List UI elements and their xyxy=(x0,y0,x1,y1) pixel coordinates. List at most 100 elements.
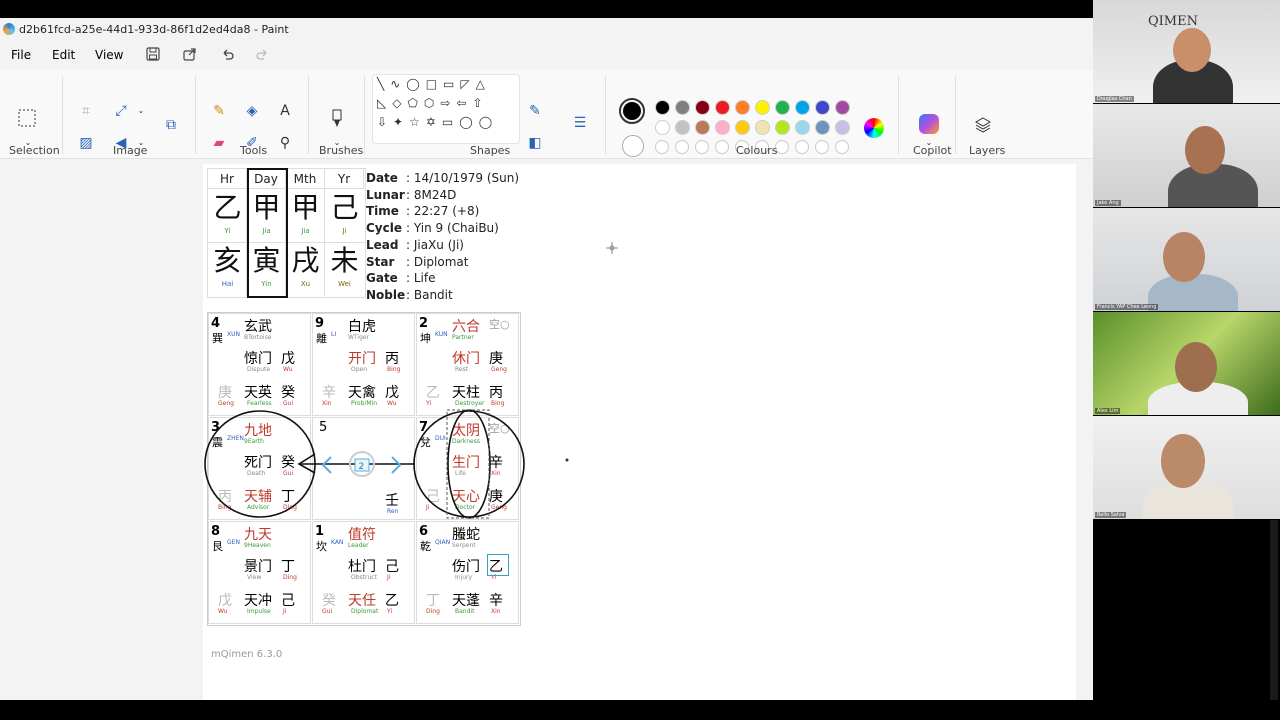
fill-shape-icon[interactable]: ◧ xyxy=(524,132,546,154)
door-english: Injury xyxy=(455,574,473,581)
copilot-icon[interactable] xyxy=(919,114,939,134)
custom-colour-slot[interactable] xyxy=(675,140,689,154)
pencil-icon[interactable]: ✎ xyxy=(208,100,230,122)
colour-swatch[interactable] xyxy=(815,100,830,115)
deity-english: Leader xyxy=(348,542,369,549)
custom-colour-slot[interactable] xyxy=(835,140,849,154)
door-english: Obstruct xyxy=(351,574,377,581)
star: 天辅 xyxy=(244,489,272,505)
door: 惊门 xyxy=(244,351,272,367)
colour-swatch[interactable] xyxy=(675,100,690,115)
heaven-stem: 癸 xyxy=(281,455,295,471)
info-key: Gate xyxy=(366,271,398,286)
magnifier-icon[interactable]: ⚲ xyxy=(274,132,296,154)
colour-swatch[interactable] xyxy=(735,120,750,135)
custom-colour-slot[interactable] xyxy=(795,140,809,154)
heaven-stem: 己 xyxy=(385,559,399,575)
colour-swatch[interactable] xyxy=(775,120,790,135)
info-row: Time: 22:27 (+8) xyxy=(366,203,519,220)
layers-icon[interactable] xyxy=(972,116,994,138)
colour-swatch[interactable] xyxy=(675,120,690,135)
skew-icon[interactable]: ▨ xyxy=(75,132,97,154)
star: 天蓬 xyxy=(452,593,480,609)
pillar-pinyin: Yi xyxy=(224,227,231,235)
heavenly-stem: 己 xyxy=(330,191,359,224)
text-icon[interactable]: A xyxy=(274,100,296,122)
resize-icon[interactable]: ⤢ xyxy=(110,100,132,122)
trigram-symbol: 巽 xyxy=(212,332,223,345)
colour-swatch[interactable] xyxy=(655,100,670,115)
door-english: Life xyxy=(455,470,466,477)
participant-head xyxy=(1173,28,1211,72)
earth-stem-pinyin: Xin xyxy=(491,608,501,615)
colour-swatch[interactable] xyxy=(795,120,810,135)
star-english: Diplomat xyxy=(351,608,379,615)
brush-icon[interactable] xyxy=(326,108,348,130)
line-size-icon[interactable]: ☰ xyxy=(569,112,591,134)
colour-swatch[interactable] xyxy=(835,120,850,135)
colour-swatch[interactable] xyxy=(755,120,770,135)
star: 天柱 xyxy=(452,385,480,401)
scrollbar[interactable] xyxy=(1270,520,1278,700)
colour-swatch[interactable] xyxy=(715,100,730,115)
participant-name: Francis YAP Chee Leong xyxy=(1095,304,1159,310)
shapes-gallery[interactable]: ╲∿◯□▭◸△ ◺◇⬠⬡⇨⇦⇧ ⇩✦☆✡▭◯◯ xyxy=(372,74,520,144)
separator xyxy=(605,76,606,154)
hidden-stem-pinyin: Ding xyxy=(426,608,440,615)
colour-swatch[interactable] xyxy=(715,120,730,135)
info-key: Cycle xyxy=(366,221,402,236)
yi-stem-highlight xyxy=(487,554,509,576)
version-label: mQimen 6.3.0 xyxy=(211,649,283,660)
redo-icon[interactable] xyxy=(254,47,270,63)
pillar-header: Yr xyxy=(325,169,364,189)
primary-colour-swatch[interactable] xyxy=(619,98,645,124)
undo-icon[interactable] xyxy=(220,47,236,63)
star-english: Prob/Min xyxy=(351,400,377,407)
video-tile-2[interactable]: Jake Ang xyxy=(1093,104,1280,207)
trigram-name: KUN xyxy=(435,331,448,338)
share-icon[interactable] xyxy=(182,47,198,63)
colour-swatch[interactable] xyxy=(835,100,850,115)
secondary-colour-swatch[interactable] xyxy=(622,135,644,157)
colour-swatch[interactable] xyxy=(695,100,710,115)
video-tile-5[interactable]: Rello Salva xyxy=(1093,416,1280,519)
image-select-icon[interactable]: ⧉ xyxy=(160,114,182,136)
custom-colour-slot[interactable] xyxy=(655,140,669,154)
palace-number: 2 xyxy=(419,316,429,331)
void-marker: 空○ xyxy=(489,318,510,331)
video-tile-3[interactable]: Francis YAP Chee Leong xyxy=(1093,208,1280,311)
resize-dropdown-icon[interactable]: ⌄ xyxy=(130,100,152,122)
colour-swatch[interactable] xyxy=(815,120,830,135)
star: 天英 xyxy=(244,385,272,401)
menu-edit[interactable]: Edit xyxy=(52,48,75,62)
crop-icon[interactable]: ⌗ xyxy=(75,100,97,122)
custom-colour-slot[interactable] xyxy=(695,140,709,154)
colour-swatch[interactable] xyxy=(655,120,670,135)
colour-swatch[interactable] xyxy=(755,100,770,115)
custom-colour-slot[interactable] xyxy=(815,140,829,154)
info-row: Star: Diplomat xyxy=(366,254,519,271)
separator xyxy=(62,76,63,154)
eraser-icon[interactable]: ▰ xyxy=(208,132,230,154)
save-icon[interactable] xyxy=(145,47,161,63)
fill-icon[interactable]: ◈ xyxy=(241,100,263,122)
edit-colours-icon[interactable] xyxy=(864,118,884,138)
outline-icon[interactable]: ✎ xyxy=(524,100,546,122)
video-tile-4[interactable]: Alex Lim xyxy=(1093,312,1280,415)
colour-swatch[interactable] xyxy=(735,100,750,115)
colour-swatch[interactable] xyxy=(695,120,710,135)
pillar-pinyin: Wei xyxy=(338,280,351,288)
separator xyxy=(955,76,956,154)
menu-file[interactable]: File xyxy=(11,48,31,62)
menu-view[interactable]: View xyxy=(95,48,123,62)
colour-swatch[interactable] xyxy=(775,100,790,115)
custom-colour-slot[interactable] xyxy=(715,140,729,154)
star-english: Doctor xyxy=(455,504,476,511)
deity: 六合 xyxy=(452,319,480,335)
palace-1: 1 坎 KAN 值符 Leader 杜门 Obstruct 己 Ji 天任 Diplomat 乙 Yi 癸… xyxy=(312,521,415,624)
drawing-canvas[interactable]: Hr 乙 Yi 亥 Hai Day 甲 Jia 寅 Yin Mth 甲 Jia 戌 Xu Yr 己 Ji 未 Wei … xyxy=(203,164,1076,700)
colour-swatch[interactable] xyxy=(795,100,810,115)
video-tile-1[interactable]: QIMEN Douglas Chan xyxy=(1093,0,1280,103)
tools-group-label: Tools xyxy=(240,144,268,157)
selection-icon[interactable] xyxy=(16,108,38,130)
